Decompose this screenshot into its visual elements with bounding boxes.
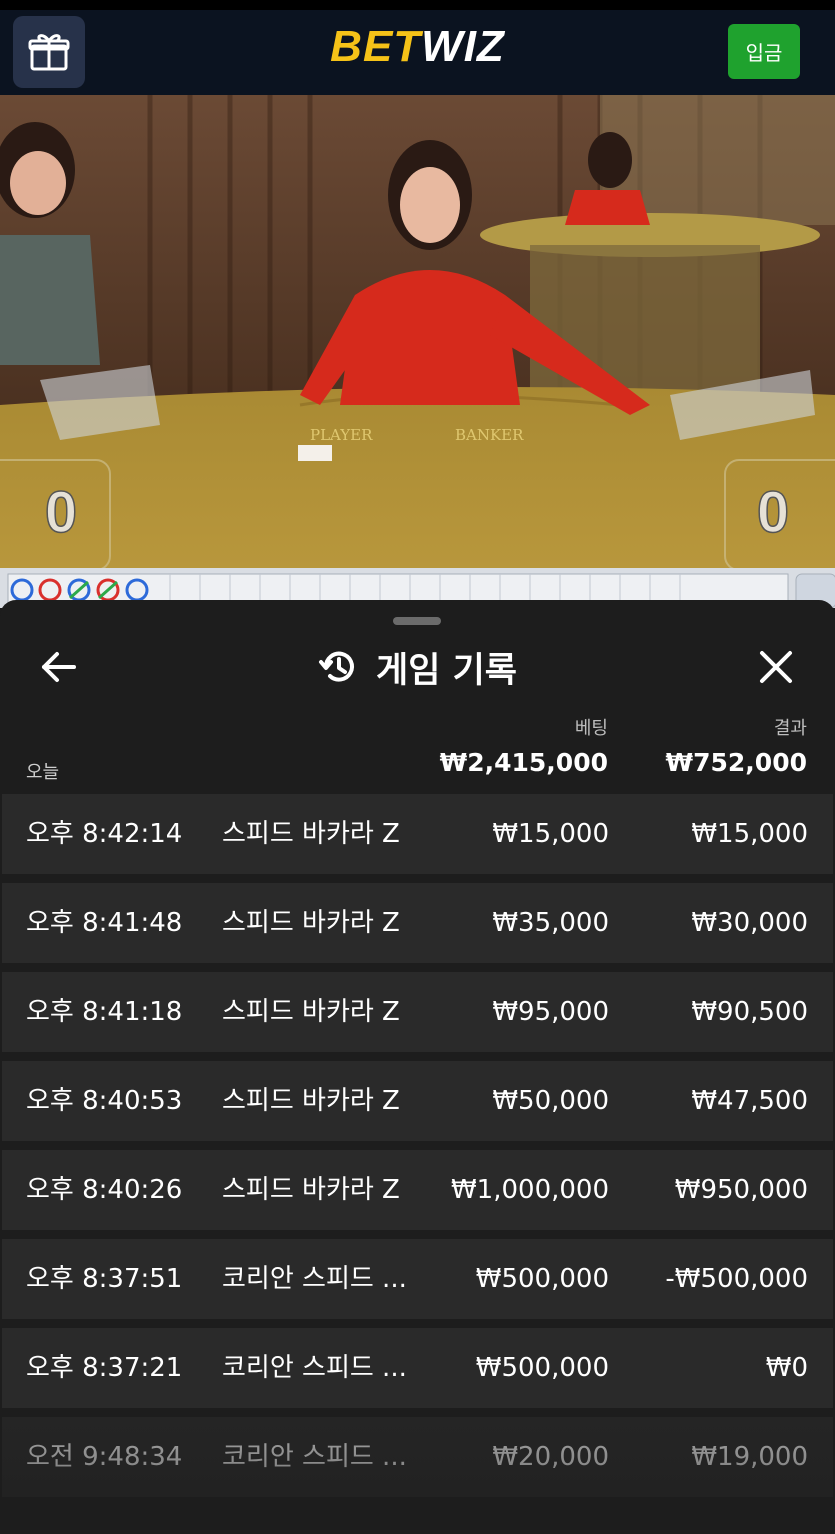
row-time: 오전 9:48:34 (26, 1442, 183, 1472)
row-game: 스피드 바카라 Z (222, 997, 400, 1027)
history-row[interactable]: 오후 8:40:53 스피드 바카라 Z ₩50,000 ₩47,500 (2, 1061, 833, 1141)
history-icon (319, 651, 354, 682)
player-area-label: PLAYER (310, 426, 373, 444)
drag-handle[interactable] (393, 617, 441, 625)
row-game: 스피드 바카라 Z (222, 1086, 400, 1116)
sheet-title-text: 게임 기록 (376, 650, 517, 691)
sheet-title: 게임 기록 (0, 642, 835, 692)
row-bet: ₩95,000 (492, 997, 609, 1027)
row-game: 스피드 바카라 Z (222, 908, 400, 938)
row-result: ₩47,500 (691, 1086, 808, 1116)
row-result: ₩30,000 (691, 908, 808, 938)
row-time: 오후 8:41:18 (26, 997, 183, 1027)
live-baccarat-video[interactable]: PLAYER BANKER 0 0 (0, 95, 835, 568)
row-result: ₩950,000 (674, 1175, 808, 1205)
row-bet: ₩35,000 (492, 908, 609, 938)
row-time: 오후 8:41:48 (26, 908, 183, 938)
history-row[interactable]: 오후 8:40:26 스피드 바카라 Z ₩1,000,000 ₩950,000 (2, 1150, 833, 1230)
deposit-button[interactable]: 입금 (728, 24, 800, 79)
column-header-bet: 베팅 (574, 718, 608, 739)
row-result: -₩500,000 (665, 1264, 808, 1294)
row-bet: ₩500,000 (475, 1264, 609, 1294)
history-row[interactable]: 오후 8:41:48 스피드 바카라 Z ₩35,000 ₩30,000 (2, 883, 833, 963)
row-bet: ₩15,000 (492, 819, 609, 849)
row-game: 코리안 스피드 ... (222, 1264, 407, 1294)
column-header-result: 결과 (773, 718, 807, 739)
row-game: 코리안 스피드 ... (222, 1353, 407, 1383)
row-game: 코리안 스피드 ... (222, 1442, 407, 1472)
player-score: 0 (45, 480, 77, 545)
banker-area-label: BANKER (455, 426, 524, 444)
history-row[interactable]: 오후 8:42:14 스피드 바카라 Z ₩15,000 ₩15,000 (2, 794, 833, 874)
status-bar (0, 0, 835, 10)
row-bet: ₩1,000,000 (450, 1175, 609, 1205)
row-result: ₩0 (765, 1353, 808, 1383)
row-time: 오후 8:42:14 (26, 819, 183, 849)
row-bet: ₩50,000 (492, 1086, 609, 1116)
banker-score: 0 (757, 480, 789, 545)
row-result: ₩90,500 (691, 997, 808, 1027)
total-result: ₩752,000 (665, 748, 807, 777)
row-game: 스피드 바카라 Z (222, 819, 400, 849)
history-row[interactable]: 오후 8:37:51 코리안 스피드 ... ₩500,000 -₩500,00… (2, 1239, 833, 1319)
date-group-label: 오늘 (26, 762, 60, 783)
row-result: ₩15,000 (691, 819, 808, 849)
history-row[interactable]: 오후 8:37:21 코리안 스피드 ... ₩500,000 ₩0 (2, 1328, 833, 1408)
row-time: 오후 8:40:53 (26, 1086, 183, 1116)
row-bet: ₩20,000 (492, 1442, 609, 1472)
row-bet: ₩500,000 (475, 1353, 609, 1383)
total-bet: ₩2,415,000 (439, 748, 608, 777)
close-button[interactable] (755, 646, 797, 688)
row-time: 오후 8:40:26 (26, 1175, 183, 1205)
row-game: 스피드 바카라 Z (222, 1175, 400, 1205)
history-row[interactable]: 오전 9:48:34 코리안 스피드 ... ₩20,000 ₩19,000 (2, 1417, 833, 1497)
row-time: 오후 8:37:51 (26, 1264, 183, 1294)
row-time: 오후 8:37:21 (26, 1353, 183, 1383)
history-row[interactable]: 오후 8:41:18 스피드 바카라 Z ₩95,000 ₩90,500 (2, 972, 833, 1052)
top-header: BETWIZ 입금 (0, 10, 835, 95)
row-result: ₩19,000 (691, 1442, 808, 1472)
close-icon (760, 651, 792, 683)
betwiz-logo[interactable]: BETWIZ (0, 22, 835, 72)
